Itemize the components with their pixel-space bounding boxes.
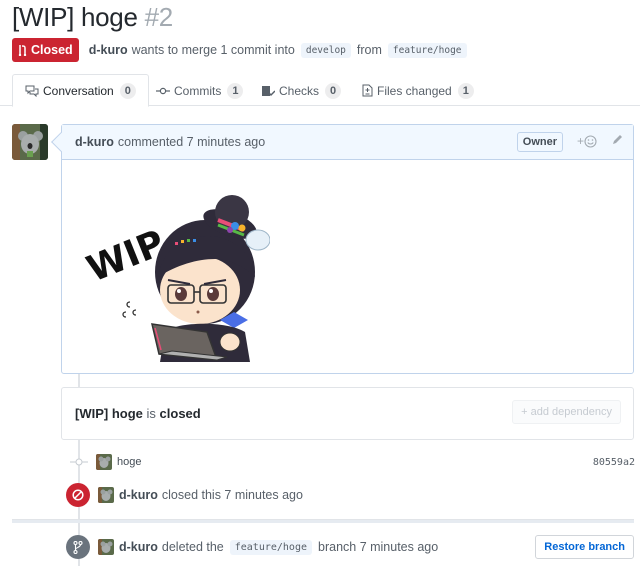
merge-status-text: [WIP] hoge is closed — [75, 406, 201, 421]
tab-commits[interactable]: Commits 1 — [144, 74, 255, 107]
tab-counter: 0 — [119, 82, 136, 99]
pr-title: [WIP] hoge #2 — [12, 2, 173, 33]
timeline-commit: hoge 80559a2 — [70, 452, 635, 472]
plus-label: + — [576, 134, 584, 148]
commit-sha-link[interactable]: 80559a2 — [593, 457, 635, 468]
event-author-avatar[interactable] — [98, 487, 114, 503]
event-author-link[interactable]: d-kuro — [119, 488, 158, 502]
tab-counter: 0 — [325, 82, 342, 99]
timeline-branch-deleted-event: d-kuro deleted the feature/hoge branch 7… — [66, 535, 438, 559]
tab-label: Commits — [174, 83, 222, 98]
state-badge: Closed — [12, 38, 79, 62]
comment-caret — [51, 132, 71, 152]
comment-author-link[interactable]: d-kuro — [75, 135, 114, 149]
head-branch[interactable]: feature/hoge — [387, 42, 467, 58]
tab-label: Files changed — [377, 83, 452, 98]
owner-badge: Owner — [516, 132, 563, 152]
koala-avatar-icon — [12, 124, 48, 160]
timeline-closed-event: d-kuro closed this 7 minutes ago — [66, 483, 303, 507]
tab-files-changed[interactable]: Files changed 1 — [350, 74, 486, 107]
smiley-icon — [584, 134, 597, 148]
state-label: Closed — [31, 43, 73, 57]
timeline-divider — [12, 519, 634, 523]
base-branch[interactable]: develop — [300, 42, 351, 58]
branch-deleted-badge — [66, 535, 90, 559]
git-branch-icon — [73, 540, 83, 554]
pr-title-text: [WIP] hoge — [12, 2, 138, 32]
tab-checks[interactable]: Checks 0 — [249, 74, 353, 107]
git-pull-request-icon — [18, 45, 27, 56]
merge-status-is: is — [146, 406, 156, 421]
pencil-icon — [613, 135, 622, 144]
commit-author-avatar[interactable] — [96, 454, 112, 470]
author-avatar[interactable] — [12, 124, 48, 160]
tab-counter: 1 — [457, 82, 474, 99]
closed-badge — [66, 483, 90, 507]
deleted-branch-name: feature/hoge — [229, 539, 312, 555]
event-text-before: deleted the — [161, 540, 224, 554]
restore-branch-button[interactable]: Restore branch — [535, 535, 634, 559]
event-text-after: branch 7 minutes ago — [318, 540, 439, 554]
merge-text: wants to merge 1 commit into — [131, 43, 295, 57]
pr-number: #2 — [144, 2, 174, 32]
event-text: closed this 7 minutes ago — [161, 488, 303, 502]
comment-card: d-kuro commented 7 minutes ago Owner + W… — [51, 124, 634, 374]
add-reaction-button[interactable]: + — [577, 134, 597, 148]
koala-avatar-icon — [98, 539, 114, 555]
git-commit-icon — [156, 87, 170, 94]
merge-status-box: [WIP] hoge is closed + add dependency — [61, 387, 634, 440]
comment-body: WIP — [62, 160, 633, 374]
add-dependency-button[interactable]: + add dependency — [512, 400, 621, 424]
koala-avatar-icon — [98, 487, 114, 503]
circle-slash-icon — [72, 489, 84, 501]
from-text: from — [356, 43, 382, 57]
timeline-line — [78, 374, 80, 387]
pr-tabs: Conversation 0 Commits 1 Checks 0 Files … — [0, 72, 640, 107]
event-author-avatar[interactable] — [98, 539, 114, 555]
file-diff-icon — [362, 84, 373, 97]
koala-avatar-icon — [96, 454, 112, 470]
pr-meta: Closed d-kuro wants to merge 1 commit in… — [12, 38, 473, 62]
commit-message-link[interactable]: hoge — [117, 456, 141, 468]
wip-sticker-image: WIP — [81, 195, 270, 362]
tab-counter: 1 — [227, 82, 244, 99]
pr-author-link[interactable]: d-kuro — [89, 43, 128, 57]
tab-label: Conversation — [43, 83, 114, 98]
tab-conversation[interactable]: Conversation 0 — [12, 74, 149, 107]
merge-status-title: [WIP] hoge — [75, 406, 143, 421]
checklist-icon — [262, 85, 275, 96]
tab-label: Checks — [279, 83, 320, 98]
edit-comment-button[interactable] — [611, 134, 623, 149]
comment-header: d-kuro commented 7 minutes ago Owner + — [51, 125, 633, 160]
event-author-link[interactable]: d-kuro — [119, 540, 158, 554]
comment-timestamp[interactable]: commented 7 minutes ago — [118, 135, 265, 149]
comment-discussion-icon — [25, 85, 39, 97]
git-commit-icon — [70, 458, 88, 466]
merge-status-state: closed — [159, 406, 201, 421]
